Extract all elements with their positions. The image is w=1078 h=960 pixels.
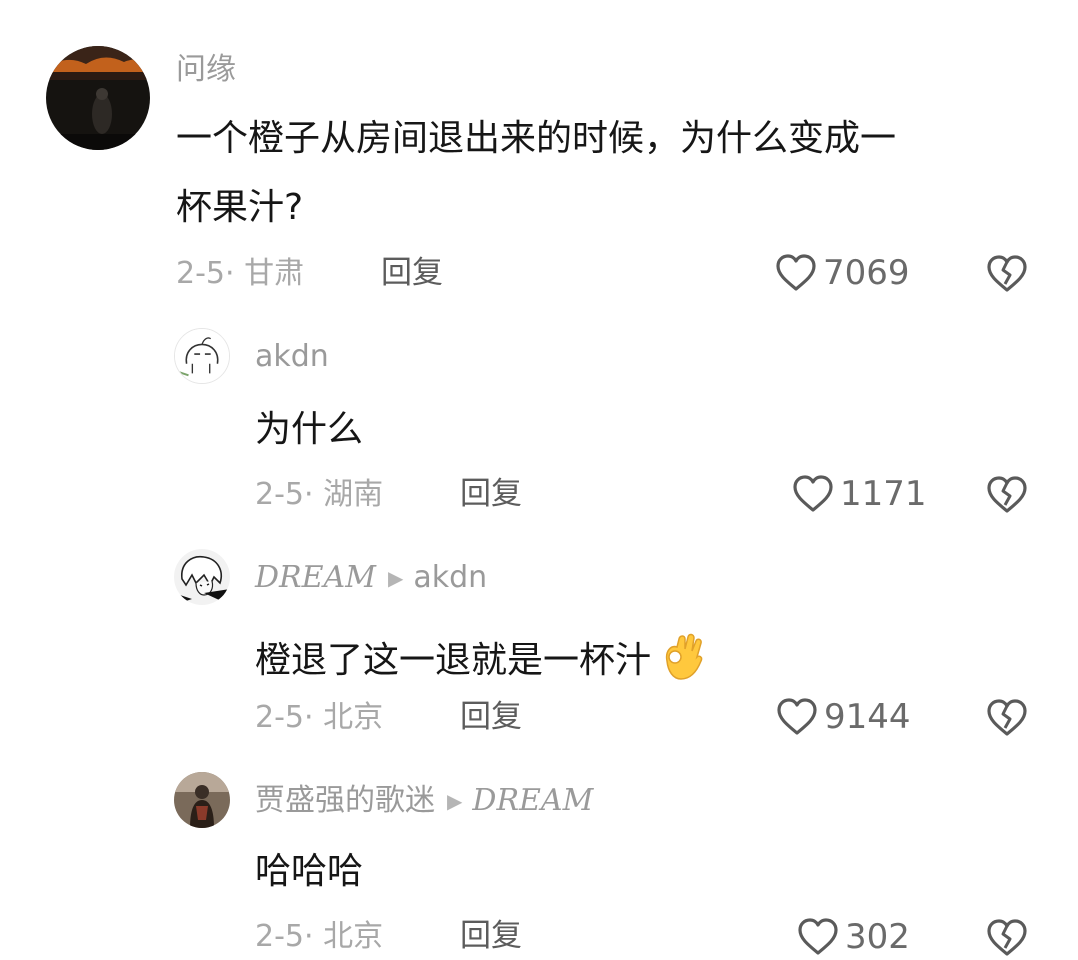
reply-button[interactable]: 回复 bbox=[460, 921, 522, 952]
comment-text: 为什么 bbox=[255, 409, 364, 450]
username-line: DREAM ▶ akdn bbox=[255, 563, 487, 593]
like-button[interactable]: 7069 bbox=[775, 253, 910, 293]
avatar[interactable] bbox=[174, 549, 230, 605]
username-line: 贾盛强的歌迷 ▶ DREAM bbox=[255, 786, 593, 816]
reply-to-username[interactable]: akdn bbox=[413, 560, 487, 595]
comment-date-location: 2-5· 湖南 bbox=[255, 477, 384, 512]
reply-item: akdn 为什么 2-5· 湖南 回复 1171 bbox=[0, 320, 1078, 535]
username[interactable]: 问缘 bbox=[176, 55, 236, 85]
like-count: 9144 bbox=[824, 697, 911, 737]
dislike-button[interactable] bbox=[986, 475, 1028, 515]
broken-heart-icon bbox=[987, 699, 1027, 736]
avatar[interactable] bbox=[46, 46, 150, 150]
heart-icon bbox=[792, 474, 834, 514]
reply-button[interactable]: 回复 bbox=[381, 258, 443, 289]
comment-text: 橙退了这一退就是一杯汁 bbox=[255, 639, 652, 681]
username[interactable]: 贾盛强的歌迷 bbox=[255, 783, 435, 818]
comment-date-location: 2-5· 甘肃 bbox=[176, 256, 305, 291]
heart-icon bbox=[776, 697, 818, 737]
broken-heart-icon bbox=[987, 476, 1027, 513]
broken-heart-icon bbox=[987, 919, 1027, 956]
avatar-anime-icon bbox=[174, 549, 230, 605]
username[interactable]: akdn bbox=[255, 342, 329, 372]
comment-text-row: 橙退了这一退就是一杯汁 bbox=[255, 631, 709, 690]
comment-text: 哈哈哈 bbox=[255, 851, 364, 892]
avatar-person-icon bbox=[174, 772, 230, 828]
like-button[interactable]: 302 bbox=[797, 917, 910, 957]
dislike-button[interactable] bbox=[986, 918, 1028, 958]
avatar-dark-landscape-icon bbox=[46, 46, 150, 150]
comment-text-line-1: 一个橙子从房间退出来的时候，为什么变成一 bbox=[176, 118, 897, 159]
comment-list: 问缘 一个橙子从房间退出来的时候，为什么变成一 杯果汁? 2-5· 甘肃 回复 … bbox=[0, 0, 1078, 960]
like-count: 1171 bbox=[840, 474, 927, 514]
reply-item: 贾盛强的歌迷 ▶ DREAM 哈哈哈 2-5· 北京 回复 302 bbox=[0, 760, 1078, 960]
avatar[interactable] bbox=[174, 772, 230, 828]
ok-hand-emoji-icon bbox=[657, 631, 709, 690]
username[interactable]: DREAM bbox=[255, 560, 376, 595]
dislike-button[interactable] bbox=[986, 254, 1028, 294]
reply-button[interactable]: 回复 bbox=[460, 479, 522, 510]
like-count: 7069 bbox=[823, 253, 910, 293]
comment-date-location: 2-5· 北京 bbox=[255, 700, 384, 735]
reply-arrow-icon: ▶ bbox=[387, 566, 404, 590]
heart-icon bbox=[775, 253, 817, 293]
comment-date-location: 2-5· 北京 bbox=[255, 919, 384, 954]
reply-arrow-icon: ▶ bbox=[447, 789, 463, 813]
dislike-button[interactable] bbox=[986, 698, 1028, 738]
like-button[interactable]: 9144 bbox=[776, 697, 911, 737]
comment-item: 问缘 一个橙子从房间退出来的时候，为什么变成一 杯果汁? 2-5· 甘肃 回复 … bbox=[0, 0, 1078, 320]
like-button[interactable]: 1171 bbox=[792, 474, 927, 514]
broken-heart-icon bbox=[987, 255, 1027, 292]
reply-item: DREAM ▶ akdn 橙退了这一退就是一杯汁 2-5· 北京 回复 9144 bbox=[0, 535, 1078, 760]
like-count: 302 bbox=[845, 917, 910, 957]
heart-icon bbox=[797, 917, 839, 957]
comment-text-line-2: 杯果汁? bbox=[176, 187, 304, 228]
reply-button[interactable]: 回复 bbox=[460, 702, 522, 733]
reply-to-username[interactable]: DREAM bbox=[472, 783, 593, 818]
avatar-sketch-face-icon bbox=[175, 329, 229, 383]
avatar[interactable] bbox=[174, 328, 230, 384]
